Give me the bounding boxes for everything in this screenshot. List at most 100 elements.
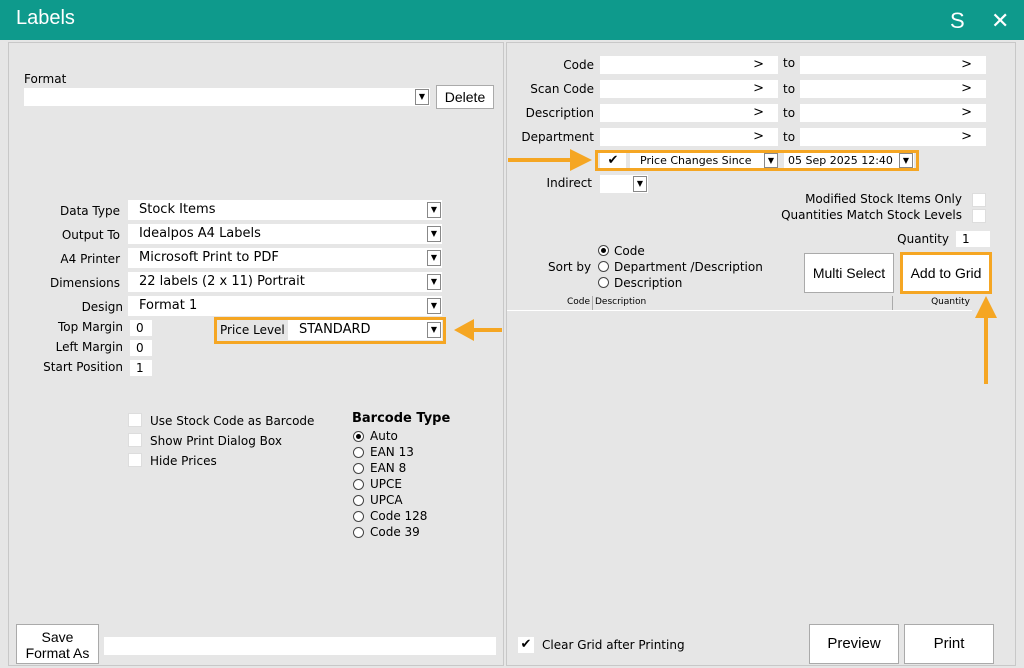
left-margin-input[interactable]: 0 — [130, 340, 152, 356]
barcode-option-label: Code 128 — [370, 509, 428, 523]
save-format-label-line1: Save — [41, 629, 74, 645]
s-button[interactable]: S — [950, 10, 965, 32]
modified-only-label: Modified Stock Items Only — [805, 192, 962, 206]
start-position-label: Start Position — [43, 360, 123, 374]
sort-radio-code[interactable] — [598, 245, 609, 256]
grid-body — [507, 310, 972, 311]
chevron-down-icon[interactable]: ▼ — [899, 153, 913, 168]
sort-by-label: Sort by — [548, 260, 592, 274]
price-changes-select[interactable]: Price Changes Since — [630, 153, 778, 168]
price-changes-checkbox[interactable]: ✔ — [600, 153, 626, 168]
quantity-input[interactable]: 1 — [956, 231, 990, 247]
description-to-input[interactable]: > — [800, 104, 986, 122]
save-format-input[interactable] — [104, 637, 496, 655]
clear-grid-checkbox[interactable]: ✔ — [518, 637, 534, 653]
data-type-label: Data Type — [59, 204, 120, 218]
data-type-select[interactable]: Stock Items — [128, 200, 442, 220]
barcode-radio-ean8[interactable] — [353, 463, 364, 474]
add-to-grid-button[interactable]: Add to Grid — [900, 252, 992, 294]
chevron-down-icon[interactable]: ▼ — [427, 250, 441, 266]
barcode-option-label: UPCE — [370, 477, 402, 491]
window-title: Labels — [16, 7, 75, 29]
price-level-label: Price Level — [220, 323, 285, 337]
scan-code-filter-label: Scan Code — [530, 82, 594, 96]
close-icon[interactable]: ✕ — [991, 10, 1009, 32]
top-margin-input[interactable]: 0 — [130, 320, 152, 336]
barcode-type-title: Barcode Type — [352, 411, 451, 426]
grid-divider — [892, 296, 893, 310]
hide-prices-checkbox[interactable] — [128, 453, 142, 467]
print-button[interactable]: Print — [904, 624, 994, 664]
left-margin-label: Left Margin — [55, 340, 123, 354]
barcode-radio-code39[interactable] — [353, 527, 364, 538]
price-changes-date[interactable]: 05 Sep 2025 12:40 — [784, 153, 914, 168]
chevron-down-icon[interactable]: ▼ — [427, 274, 441, 290]
department-from-input[interactable]: > — [600, 128, 778, 146]
to-label: to — [783, 130, 796, 144]
chevron-down-icon[interactable]: ▼ — [427, 202, 441, 218]
save-format-as-button[interactable]: Save Format As — [16, 624, 99, 664]
chevron-down-icon[interactable]: ▼ — [427, 298, 441, 314]
code-to-input[interactable]: > — [800, 56, 986, 74]
format-select[interactable] — [24, 88, 430, 106]
clear-grid-label: Clear Grid after Printing — [542, 638, 685, 652]
dimensions-select[interactable]: 22 labels (2 x 11) Portrait — [128, 272, 442, 292]
quantities-match-label: Quantities Match Stock Levels — [781, 208, 962, 222]
arrow-left-icon — [454, 319, 502, 341]
chevron-down-icon[interactable]: ▼ — [764, 153, 778, 168]
chevron-down-icon[interactable]: ▼ — [415, 89, 429, 105]
design-label: Design — [81, 300, 123, 314]
a4-printer-select[interactable]: Microsoft Print to PDF — [128, 248, 442, 268]
grid-col-quantity[interactable]: Quantity — [895, 297, 970, 307]
quantities-match-checkbox[interactable] — [972, 209, 986, 223]
start-position-input[interactable]: 1 — [130, 360, 152, 376]
multi-select-button[interactable]: Multi Select — [804, 253, 894, 293]
to-label: to — [783, 56, 796, 70]
barcode-option-label: Auto — [370, 429, 398, 443]
code-filter-label: Code — [563, 58, 594, 72]
scan-code-to-input[interactable]: > — [800, 80, 986, 98]
quantity-label: Quantity — [897, 232, 949, 246]
scan-code-from-input[interactable]: > — [600, 80, 778, 98]
delete-button[interactable]: Delete — [436, 85, 494, 109]
department-to-input[interactable]: > — [800, 128, 986, 146]
output-to-select[interactable]: Idealpos A4 Labels — [128, 224, 442, 244]
barcode-option-label: UPCA — [370, 493, 403, 507]
code-from-input[interactable]: > — [600, 56, 778, 74]
price-level-select[interactable]: STANDARD — [288, 320, 442, 340]
sort-radio-department[interactable] — [598, 261, 609, 272]
barcode-radio-code128[interactable] — [353, 511, 364, 522]
design-select[interactable]: Format 1 — [128, 296, 442, 316]
grid-col-description[interactable]: Description — [595, 297, 646, 307]
chevron-down-icon[interactable]: ▼ — [427, 322, 441, 338]
chevron-down-icon[interactable]: ▼ — [633, 176, 647, 192]
barcode-radio-auto[interactable] — [353, 431, 364, 442]
chevron-down-icon[interactable]: ▼ — [427, 226, 441, 242]
output-to-label: Output To — [61, 228, 120, 242]
barcode-option-label: Code 39 — [370, 525, 420, 539]
dimensions-label: Dimensions — [49, 276, 120, 290]
preview-button[interactable]: Preview — [809, 624, 899, 664]
sort-option-label: Description — [614, 276, 683, 290]
barcode-radio-upca[interactable] — [353, 495, 364, 506]
sort-option-label: Department /Description — [614, 260, 763, 274]
barcode-radio-upce[interactable] — [353, 479, 364, 490]
grid-divider — [592, 296, 593, 310]
use-stock-code-checkbox[interactable] — [128, 413, 142, 427]
arrow-right-icon — [508, 149, 592, 171]
description-from-input[interactable]: > — [600, 104, 778, 122]
to-label: to — [783, 82, 796, 96]
use-stock-code-label: Use Stock Code as Barcode — [150, 414, 315, 428]
barcode-option-label: EAN 13 — [370, 445, 414, 459]
save-format-label-line2: Format As — [25, 645, 90, 661]
modified-only-checkbox[interactable] — [972, 193, 986, 207]
barcode-option-label: EAN 8 — [370, 461, 407, 475]
grid-col-code[interactable]: Code — [540, 297, 590, 307]
sort-radio-description[interactable] — [598, 277, 609, 288]
department-filter-label: Department — [521, 130, 594, 144]
show-print-dialog-checkbox[interactable] — [128, 433, 142, 447]
title-bar — [0, 0, 1024, 40]
barcode-radio-ean13[interactable] — [353, 447, 364, 458]
indirect-label: Indirect — [546, 176, 592, 190]
show-print-dialog-label: Show Print Dialog Box — [150, 434, 282, 448]
